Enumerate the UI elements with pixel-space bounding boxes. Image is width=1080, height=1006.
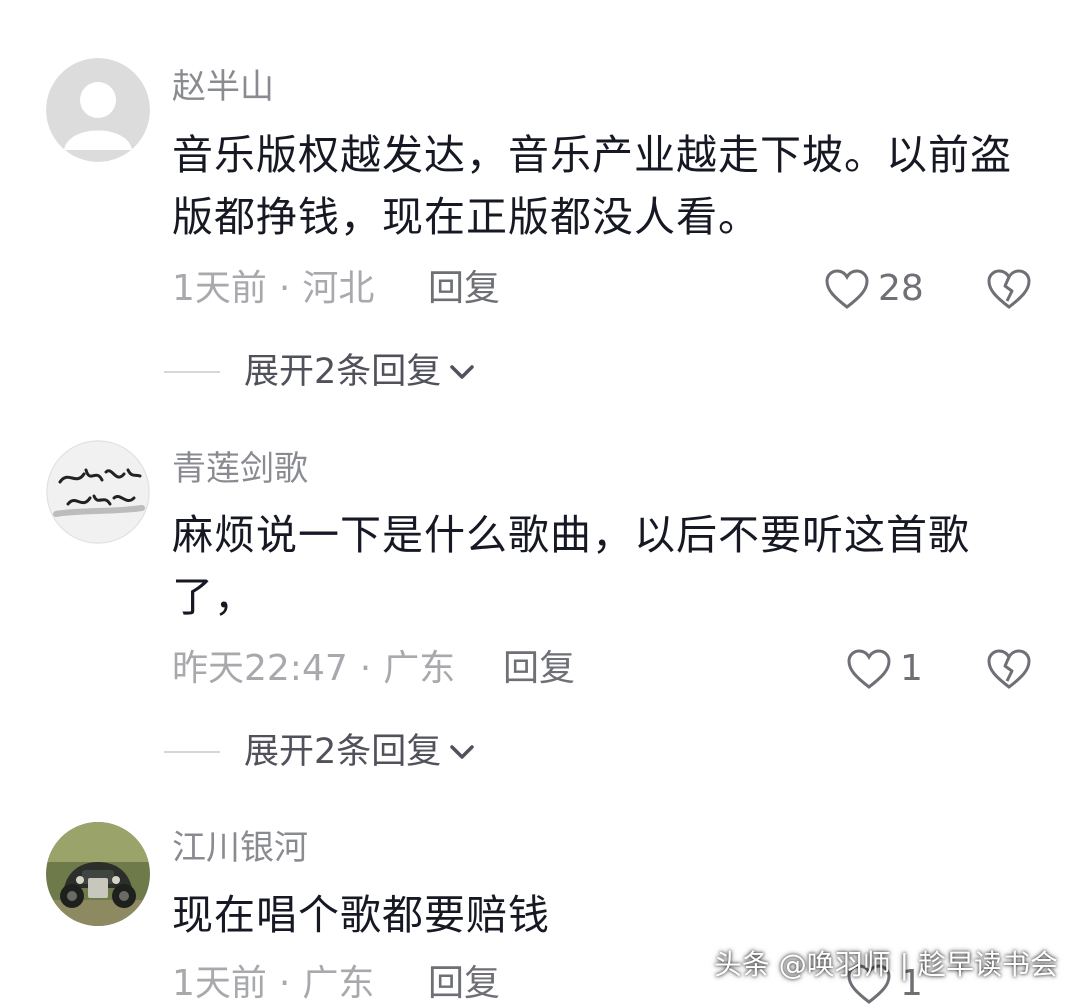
username[interactable]: 江川银河 <box>172 828 308 868</box>
vintage-car-avatar-icon <box>46 822 150 926</box>
expand-replies-button[interactable]: 展开2条回复 <box>164 730 477 774</box>
username[interactable]: 赵半山 <box>172 67 274 107</box>
dislike-button[interactable] <box>986 648 1032 694</box>
heart-icon <box>825 269 869 309</box>
user-avatar[interactable] <box>46 822 150 926</box>
comment-meta: 1天前 · 广东 <box>172 962 374 1006</box>
expand-replies-label: 展开2条回复 <box>244 732 442 772</box>
expand-replies-button[interactable]: 展开2条回复 <box>164 350 477 394</box>
chevron-down-icon <box>450 365 475 379</box>
comment-time: 1天前 <box>172 268 267 309</box>
default-user-avatar-icon <box>46 58 150 162</box>
comment-location: 广东 <box>383 648 456 689</box>
username[interactable]: 青莲剑歌 <box>172 449 308 489</box>
reply-button[interactable]: 回复 <box>503 647 575 691</box>
dislike-button[interactable] <box>986 268 1032 314</box>
comment-text: 麻烦说一下是什么歌曲，以后不要听这首歌了， <box>172 511 970 621</box>
meta-separator: · <box>278 268 291 309</box>
calligraphy-avatar-icon <box>46 440 150 544</box>
user-avatar[interactable] <box>46 440 150 544</box>
meta-separator: · <box>359 648 372 689</box>
like-button[interactable]: 1 <box>846 647 923 691</box>
reply-button[interactable]: 回复 <box>428 267 500 311</box>
expand-replies-label: 展开2条回复 <box>244 352 442 392</box>
heart-icon <box>847 649 891 689</box>
like-count: 28 <box>878 268 924 309</box>
chevron-down-icon <box>450 745 475 759</box>
comment-time: 昨天22:47 <box>172 648 348 689</box>
watermark: 头条 @唤羽师 | 趁早读书会 <box>713 948 1058 981</box>
comment-meta: 昨天22:47 · 广东 <box>172 647 455 691</box>
comment-text: 音乐版权越发达，音乐产业越走下坡。以前盗版都挣钱，现在正版都没人看。 <box>172 131 1012 241</box>
divider-line <box>164 371 220 373</box>
comment-location: 河北 <box>302 268 375 309</box>
meta-separator: · <box>278 963 291 1004</box>
comment-location: 广东 <box>302 963 375 1004</box>
broken-heart-icon <box>987 649 1031 689</box>
comment-text: 现在唱个歌都要赔钱 <box>172 891 550 939</box>
broken-heart-icon <box>987 269 1031 309</box>
like-count: 1 <box>900 648 923 689</box>
user-avatar[interactable] <box>46 58 150 162</box>
comment-time: 1天前 <box>172 963 267 1004</box>
comment-meta: 1天前 · 河北 <box>172 267 374 311</box>
divider-line <box>164 751 220 753</box>
reply-button[interactable]: 回复 <box>428 962 500 1006</box>
like-button[interactable]: 28 <box>824 267 924 311</box>
